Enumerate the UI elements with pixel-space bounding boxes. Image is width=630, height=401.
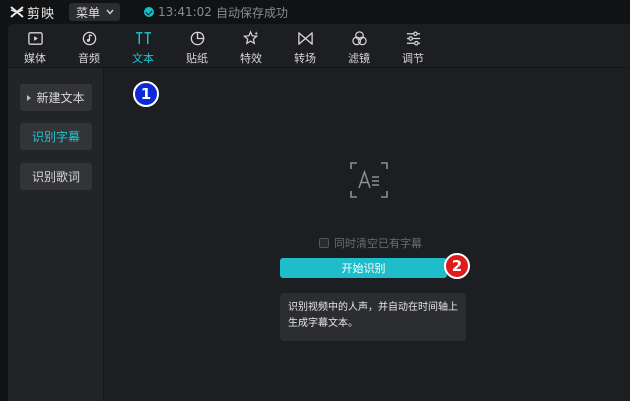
subtitle-recognition-icon [349, 161, 389, 199]
main-panel: 媒体 音频 文本 贴纸 特效 转场 滤镜 调节 新建文本 识别字幕 识别歌词 同… [8, 24, 630, 401]
sidebar-item-label: 识别字幕 [31, 130, 80, 144]
sidebar-item-recognize-lyrics[interactable]: 识别歌词 [20, 163, 92, 190]
toolbar: 媒体 音频 文本 贴纸 特效 转场 滤镜 调节 [8, 24, 630, 68]
menu-label: 菜单 [76, 5, 101, 20]
sidebar-item-recognize-subtitles[interactable]: 识别字幕 [20, 123, 92, 150]
content-area: 同时清空已有字幕 开始识别 识别视频中的人声，并自动在时间轴上生成字幕文本。 [105, 68, 630, 401]
tab-media[interactable]: 媒体 [8, 24, 62, 68]
filter-icon [350, 29, 368, 47]
menu-button[interactable]: 菜单 [69, 3, 121, 21]
save-status: 13:41:02 自动保存成功 [144, 4, 288, 21]
check-circle-icon [144, 7, 155, 17]
tab-filter[interactable]: 滤镜 [332, 24, 386, 68]
adjust-icon [404, 29, 422, 47]
audio-icon [80, 29, 98, 47]
tab-effects-label: 特效 [240, 52, 262, 65]
tab-audio-label: 音频 [78, 52, 100, 65]
tab-text[interactable]: 文本 [116, 24, 170, 68]
tab-transition[interactable]: 转场 [278, 24, 332, 68]
sidebar-item-new-text[interactable]: 新建文本 [20, 84, 92, 111]
chevron-down-icon [106, 9, 114, 15]
tab-sticker[interactable]: 贴纸 [170, 24, 224, 68]
tab-adjust[interactable]: 调节 [386, 24, 440, 68]
tab-text-label: 文本 [132, 52, 154, 65]
annotation-marker-1: 1 [133, 81, 159, 107]
app-logo: 剪映 [10, 3, 55, 22]
save-time: 13:41:02 [158, 5, 212, 19]
save-text: 自动保存成功 [215, 5, 288, 20]
capcut-logo-icon [10, 6, 24, 18]
tab-adjust-label: 调节 [402, 52, 424, 65]
tab-media-label: 媒体 [24, 52, 46, 65]
media-icon [26, 29, 44, 47]
clear-existing-checkbox[interactable] [319, 238, 329, 248]
clear-existing-option[interactable]: 同时清空已有字幕 [319, 235, 422, 251]
tab-audio[interactable]: 音频 [62, 24, 116, 68]
text-icon [134, 29, 152, 47]
tab-effects[interactable]: 特效 [224, 24, 278, 68]
caret-right-icon [27, 94, 32, 101]
sticker-icon [188, 29, 206, 47]
start-recognition-button[interactable]: 开始识别 [280, 258, 447, 278]
tab-filter-label: 滤镜 [348, 52, 370, 65]
clear-existing-label: 同时清空已有字幕 [334, 237, 422, 250]
annotation-marker-2: 2 [444, 253, 470, 279]
app-name: 剪映 [27, 6, 56, 22]
transition-icon [296, 29, 314, 47]
title-bar: 剪映 菜单 13:41:02 自动保存成功 [0, 0, 630, 24]
tab-sticker-label: 贴纸 [186, 52, 208, 65]
sidebar: 新建文本 识别字幕 识别歌词 [8, 68, 104, 401]
effects-icon [242, 29, 260, 47]
recognition-tooltip: 识别视频中的人声，并自动在时间轴上生成字幕文本。 [280, 293, 466, 341]
sidebar-item-label: 识别歌词 [31, 170, 80, 184]
sidebar-item-label: 新建文本 [36, 91, 85, 105]
tab-transition-label: 转场 [294, 52, 316, 65]
